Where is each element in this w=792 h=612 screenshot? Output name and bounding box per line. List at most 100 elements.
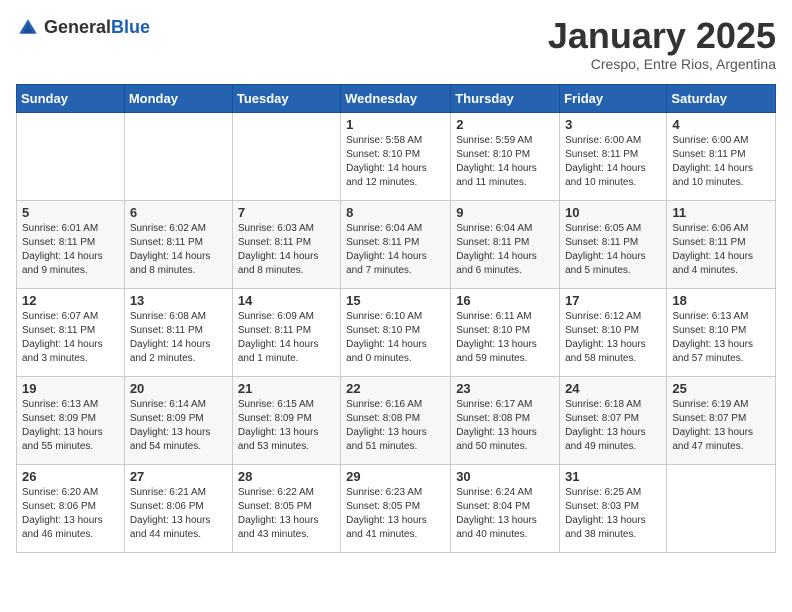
day-cell: 10Sunrise: 6:05 AM Sunset: 8:11 PM Dayli… [560, 200, 667, 288]
day-cell: 8 Sunrise: 6:04 AM Sunset: 8:11 PM Daylig… [341, 200, 451, 288]
weekday-header-sunday: Sunday [17, 84, 125, 112]
day-number: 1 [346, 117, 445, 132]
day-number: 19 [22, 381, 119, 396]
day-cell: 12 Sunrise: 6:07 AM Sunset: 8:11 PM Dayli… [17, 288, 125, 376]
day-info: Sunrise: 6:10 AM Sunset: 8:10 PM Dayligh… [346, 310, 445, 366]
day-cell: 3 Sunrise: 6:00 AM Sunset: 8:11 PM Daylig… [560, 112, 667, 200]
day-cell: 18Sunrise: 6:13 AM Sunset: 8:10 PM Dayli… [667, 288, 776, 376]
day-number: 11 [672, 205, 770, 220]
day-number: 13 [130, 293, 227, 308]
day-cell [124, 112, 232, 200]
month-title: January 2025 [548, 16, 776, 56]
day-info: Sunrise: 6:15 AM Sunset: 8:09 PM Dayligh… [238, 398, 335, 454]
day-cell: 14Sunrise: 6:09 AM Sunset: 8:11 PM Dayli… [232, 288, 340, 376]
day-info: Sunrise: 6:07 AM Sunset: 8:11 PM Dayligh… [22, 310, 119, 366]
day-number: 23 [456, 381, 554, 396]
day-cell: 31Sunrise: 6:25 AM Sunset: 8:03 PM Dayli… [560, 464, 667, 552]
day-cell: 28 Sunrise: 6:22 AM Sunset: 8:05 PM Dayli… [232, 464, 340, 552]
day-info: Sunrise: 6:06 AM Sunset: 8:11 PM Dayligh… [672, 222, 770, 278]
day-info: Sunrise: 6:22 AM Sunset: 8:05 PM Dayligh… [238, 486, 335, 542]
day-cell: 21 Sunrise: 6:15 AM Sunset: 8:09 PM Dayli… [232, 376, 340, 464]
weekday-header-monday: Monday [124, 84, 232, 112]
weekday-header-wednesday: Wednesday [341, 84, 451, 112]
day-info: Sunrise: 6:25 AM Sunset: 8:03 PM Dayligh… [565, 486, 661, 542]
day-cell: 24 Sunrise: 6:18 AM Sunset: 8:07 PM Dayli… [560, 376, 667, 464]
day-cell: 29 Sunrise: 6:23 AM Sunset: 8:05 PM Dayli… [341, 464, 451, 552]
day-number: 22 [346, 381, 445, 396]
day-info: Sunrise: 6:23 AM Sunset: 8:05 PM Dayligh… [346, 486, 445, 542]
day-cell: 5 Sunrise: 6:01 AM Sunset: 8:11 PM Daylig… [17, 200, 125, 288]
day-number: 14 [238, 293, 335, 308]
day-info: Sunrise: 6:12 AM Sunset: 8:10 PM Dayligh… [565, 310, 661, 366]
day-number: 24 [565, 381, 661, 396]
day-number: 26 [22, 469, 119, 484]
day-info: Sunrise: 6:05 AM Sunset: 8:11 PM Dayligh… [565, 222, 661, 278]
day-number: 12 [22, 293, 119, 308]
day-number: 21 [238, 381, 335, 396]
day-number: 16 [456, 293, 554, 308]
day-info: Sunrise: 5:58 AM Sunset: 8:10 PM Dayligh… [346, 134, 445, 190]
day-number: 3 [565, 117, 661, 132]
day-cell: 17 Sunrise: 6:12 AM Sunset: 8:10 PM Dayli… [560, 288, 667, 376]
page-header: GeneralBlue January 2025 Crespo, Entre R… [16, 16, 776, 72]
day-info: Sunrise: 6:16 AM Sunset: 8:08 PM Dayligh… [346, 398, 445, 454]
day-info: Sunrise: 6:04 AM Sunset: 8:11 PM Dayligh… [456, 222, 554, 278]
week-row-4: 26 Sunrise: 6:20 AM Sunset: 8:06 PM Dayli… [17, 464, 776, 552]
day-number: 4 [672, 117, 770, 132]
day-cell: 19Sunrise: 6:13 AM Sunset: 8:09 PM Dayli… [17, 376, 125, 464]
day-cell: 30 Sunrise: 6:24 AM Sunset: 8:04 PM Dayli… [451, 464, 560, 552]
day-info: Sunrise: 6:18 AM Sunset: 8:07 PM Dayligh… [565, 398, 661, 454]
week-row-3: 19Sunrise: 6:13 AM Sunset: 8:09 PM Dayli… [17, 376, 776, 464]
day-number: 8 [346, 205, 445, 220]
day-cell: 9 Sunrise: 6:04 AM Sunset: 8:11 PM Daylig… [451, 200, 560, 288]
day-number: 30 [456, 469, 554, 484]
day-number: 25 [672, 381, 770, 396]
day-info: Sunrise: 6:17 AM Sunset: 8:08 PM Dayligh… [456, 398, 554, 454]
day-number: 7 [238, 205, 335, 220]
day-info: Sunrise: 6:02 AM Sunset: 8:11 PM Dayligh… [130, 222, 227, 278]
day-cell: 16Sunrise: 6:11 AM Sunset: 8:10 PM Dayli… [451, 288, 560, 376]
day-cell: 6 Sunrise: 6:02 AM Sunset: 8:11 PM Daylig… [124, 200, 232, 288]
logo-icon [16, 16, 40, 40]
day-cell [232, 112, 340, 200]
day-cell: 1 Sunrise: 5:58 AM Sunset: 8:10 PM Daylig… [341, 112, 451, 200]
day-cell: 4 Sunrise: 6:00 AM Sunset: 8:11 PM Daylig… [667, 112, 776, 200]
day-info: Sunrise: 6:00 AM Sunset: 8:11 PM Dayligh… [565, 134, 661, 190]
day-info: Sunrise: 6:01 AM Sunset: 8:11 PM Dayligh… [22, 222, 119, 278]
day-cell: 26 Sunrise: 6:20 AM Sunset: 8:06 PM Dayli… [17, 464, 125, 552]
day-cell: 20Sunrise: 6:14 AM Sunset: 8:09 PM Dayli… [124, 376, 232, 464]
day-cell: 7 Sunrise: 6:03 AM Sunset: 8:11 PM Daylig… [232, 200, 340, 288]
day-number: 27 [130, 469, 227, 484]
day-info: Sunrise: 6:03 AM Sunset: 8:11 PM Dayligh… [238, 222, 335, 278]
day-cell [667, 464, 776, 552]
day-number: 5 [22, 205, 119, 220]
day-number: 29 [346, 469, 445, 484]
weekday-header-saturday: Saturday [667, 84, 776, 112]
day-cell: 11 Sunrise: 6:06 AM Sunset: 8:11 PM Dayli… [667, 200, 776, 288]
day-info: Sunrise: 6:20 AM Sunset: 8:06 PM Dayligh… [22, 486, 119, 542]
day-number: 17 [565, 293, 661, 308]
day-info: Sunrise: 6:04 AM Sunset: 8:11 PM Dayligh… [346, 222, 445, 278]
day-info: Sunrise: 6:08 AM Sunset: 8:11 PM Dayligh… [130, 310, 227, 366]
title-block: January 2025 Crespo, Entre Rios, Argenti… [548, 16, 776, 72]
day-number: 9 [456, 205, 554, 220]
day-number: 28 [238, 469, 335, 484]
location: Crespo, Entre Rios, Argentina [548, 56, 776, 72]
logo: GeneralBlue [16, 16, 150, 40]
logo-text-general: General [44, 17, 111, 37]
weekday-header-tuesday: Tuesday [232, 84, 340, 112]
day-cell: 23 Sunrise: 6:17 AM Sunset: 8:08 PM Dayli… [451, 376, 560, 464]
week-row-1: 5 Sunrise: 6:01 AM Sunset: 8:11 PM Daylig… [17, 200, 776, 288]
day-number: 6 [130, 205, 227, 220]
week-row-2: 12 Sunrise: 6:07 AM Sunset: 8:11 PM Dayli… [17, 288, 776, 376]
day-cell: 15Sunrise: 6:10 AM Sunset: 8:10 PM Dayli… [341, 288, 451, 376]
weekday-header-friday: Friday [560, 84, 667, 112]
day-info: Sunrise: 6:00 AM Sunset: 8:11 PM Dayligh… [672, 134, 770, 190]
day-number: 20 [130, 381, 227, 396]
calendar-table: SundayMondayTuesdayWednesdayThursdayFrid… [16, 84, 776, 553]
day-info: Sunrise: 6:24 AM Sunset: 8:04 PM Dayligh… [456, 486, 554, 542]
day-info: Sunrise: 5:59 AM Sunset: 8:10 PM Dayligh… [456, 134, 554, 190]
day-cell: 27Sunrise: 6:21 AM Sunset: 8:06 PM Dayli… [124, 464, 232, 552]
day-cell: 22 Sunrise: 6:16 AM Sunset: 8:08 PM Dayli… [341, 376, 451, 464]
weekday-header-thursday: Thursday [451, 84, 560, 112]
